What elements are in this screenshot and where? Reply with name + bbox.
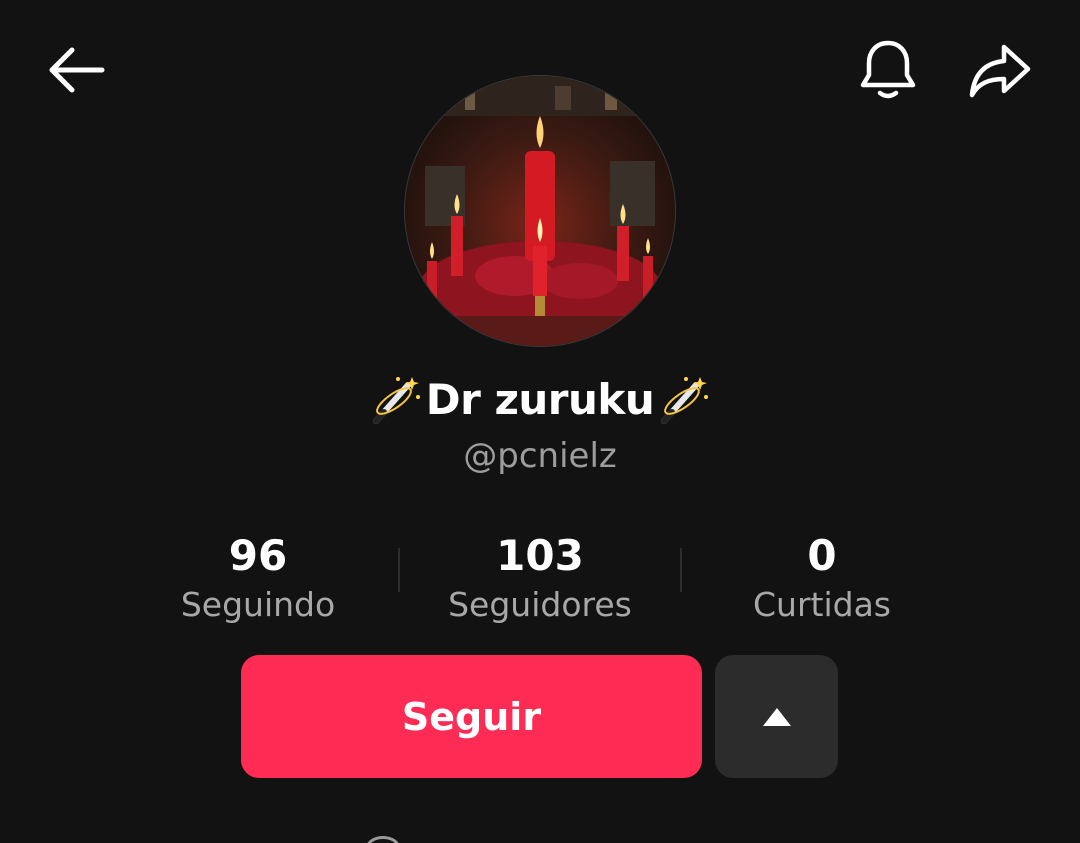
- likes-count: 0: [807, 531, 837, 580]
- profile-photo-candles: [405, 76, 675, 346]
- triangle-up-icon: [762, 707, 791, 726]
- profile-screen: Dr zuruku @pcnielz 96 Seguindo 103 Segui…: [0, 0, 1080, 843]
- following-count: 96: [228, 531, 288, 580]
- stat-likes: 0 Curtidas: [682, 528, 962, 628]
- followers-label: Seguidores: [448, 585, 632, 624]
- notification-button[interactable]: [852, 34, 924, 106]
- follow-button[interactable]: Seguir: [241, 655, 702, 778]
- display-name-text: Dr zuruku: [425, 374, 655, 424]
- username: @pcnielz: [463, 436, 617, 476]
- share-button[interactable]: [962, 36, 1038, 106]
- profile-avatar[interactable]: [405, 76, 675, 346]
- following-label: Seguindo: [180, 585, 336, 624]
- stat-followers[interactable]: 103 Seguidores: [400, 528, 680, 628]
- stat-following[interactable]: 96 Seguindo: [118, 528, 398, 628]
- display-name: Dr zuruku: [0, 366, 1080, 432]
- bottom-partial-icon: [366, 836, 400, 843]
- magic-wand-emoji: [372, 377, 420, 424]
- back-button[interactable]: [40, 38, 110, 102]
- profile-stats: 96 Seguindo 103 Seguidores 0 Curtidas: [118, 528, 962, 628]
- likes-label: Curtidas: [753, 585, 891, 624]
- suggested-accounts-button[interactable]: [715, 655, 838, 778]
- arrow-left-icon: [49, 47, 105, 93]
- share-arrow-icon: [969, 44, 1031, 98]
- followers-count: 103: [496, 531, 584, 580]
- bell-icon: [860, 40, 916, 99]
- magic-wand-emoji: [661, 377, 709, 424]
